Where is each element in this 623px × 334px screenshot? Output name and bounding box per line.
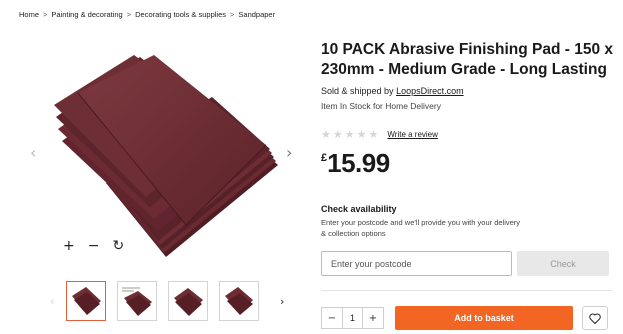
- thumbnail-next-icon[interactable]: ›: [280, 295, 296, 308]
- check-availability-description: Enter your postcode and we'll provide yo…: [321, 218, 521, 238]
- gallery-prev-arrow-icon[interactable]: ‹: [30, 143, 36, 162]
- reset-zoom-icon[interactable]: ↻: [112, 239, 124, 253]
- seller-info: Sold & shipped by LoopsDirect.com: [321, 86, 464, 96]
- thumbnail-2[interactable]: [117, 281, 157, 321]
- zoom-in-icon[interactable]: +: [63, 239, 75, 253]
- breadcrumb: Home > Painting & decorating > Decorating to…: [19, 10, 275, 19]
- thumbnail-pad-image: [122, 287, 152, 316]
- abrasive-pad-stack-image: [54, 55, 278, 257]
- thumbnail-4[interactable]: [219, 281, 259, 321]
- star-icon: ★: [332, 128, 343, 141]
- thumbnail-3[interactable]: [168, 281, 208, 321]
- thumbnail-prev-icon[interactable]: ‹: [50, 295, 66, 308]
- breadcrumb-separator: >: [43, 10, 48, 19]
- thumbnail-pad-image: [174, 288, 203, 316]
- breadcrumb-separator: >: [126, 10, 132, 19]
- quantity-value[interactable]: 1: [342, 308, 363, 328]
- thumbnail-1[interactable]: [66, 281, 106, 321]
- star-icon: ★: [321, 128, 331, 141]
- seller-link[interactable]: LoopsDirect.com: [396, 86, 464, 96]
- quantity-stepper: − 1 +: [321, 307, 384, 329]
- check-availability-heading: Check availability: [321, 204, 397, 214]
- gallery-next-arrow-icon[interactable]: ›: [286, 143, 292, 162]
- zoom-out-icon[interactable]: −: [88, 239, 100, 253]
- breadcrumb-decorating-tools[interactable]: Decorating tools & supplies: [135, 10, 226, 19]
- thumbnail-strip: ‹ ›: [50, 281, 296, 321]
- add-to-basket-button[interactable]: Add to basket: [395, 306, 573, 330]
- breadcrumb-sandpaper[interactable]: Sandpaper: [238, 10, 275, 19]
- write-review-link[interactable]: Write a review: [387, 130, 438, 139]
- breadcrumb-separator: >: [230, 10, 235, 19]
- breadcrumb-home[interactable]: Home: [19, 10, 39, 19]
- breadcrumb-painting-decorating[interactable]: Painting & decorating: [51, 10, 122, 19]
- thumbnail-pad-image: [72, 287, 101, 315]
- stock-status: Item In Stock for Home Delivery: [321, 101, 441, 111]
- image-zoom-controls: + − ↻: [63, 239, 124, 253]
- increase-quantity-button[interactable]: +: [363, 308, 383, 328]
- product-main-image[interactable]: [48, 55, 280, 265]
- thumbnail-pad-image: [225, 287, 253, 315]
- star-icon: ★: [368, 128, 379, 141]
- rating: ★ ★ ★ ★ ★ Write a review: [321, 129, 438, 140]
- postcode-input[interactable]: [321, 251, 512, 276]
- product-title: 10 PACK Abrasive Finishing Pad - 150 x 2…: [321, 41, 614, 78]
- star-icon: ★: [344, 128, 355, 141]
- check-button[interactable]: Check: [517, 251, 609, 276]
- wishlist-button[interactable]: [582, 306, 608, 330]
- decrease-quantity-button[interactable]: −: [322, 308, 342, 328]
- star-icon: ★: [356, 128, 367, 141]
- heart-icon: [589, 313, 601, 324]
- divider: [321, 290, 612, 291]
- rating-stars: ★ ★ ★ ★ ★: [321, 129, 378, 140]
- price-amount: 15.99: [327, 148, 390, 178]
- sold-by-label: Sold & shipped by: [321, 86, 397, 96]
- price: £ 15.99: [321, 149, 390, 177]
